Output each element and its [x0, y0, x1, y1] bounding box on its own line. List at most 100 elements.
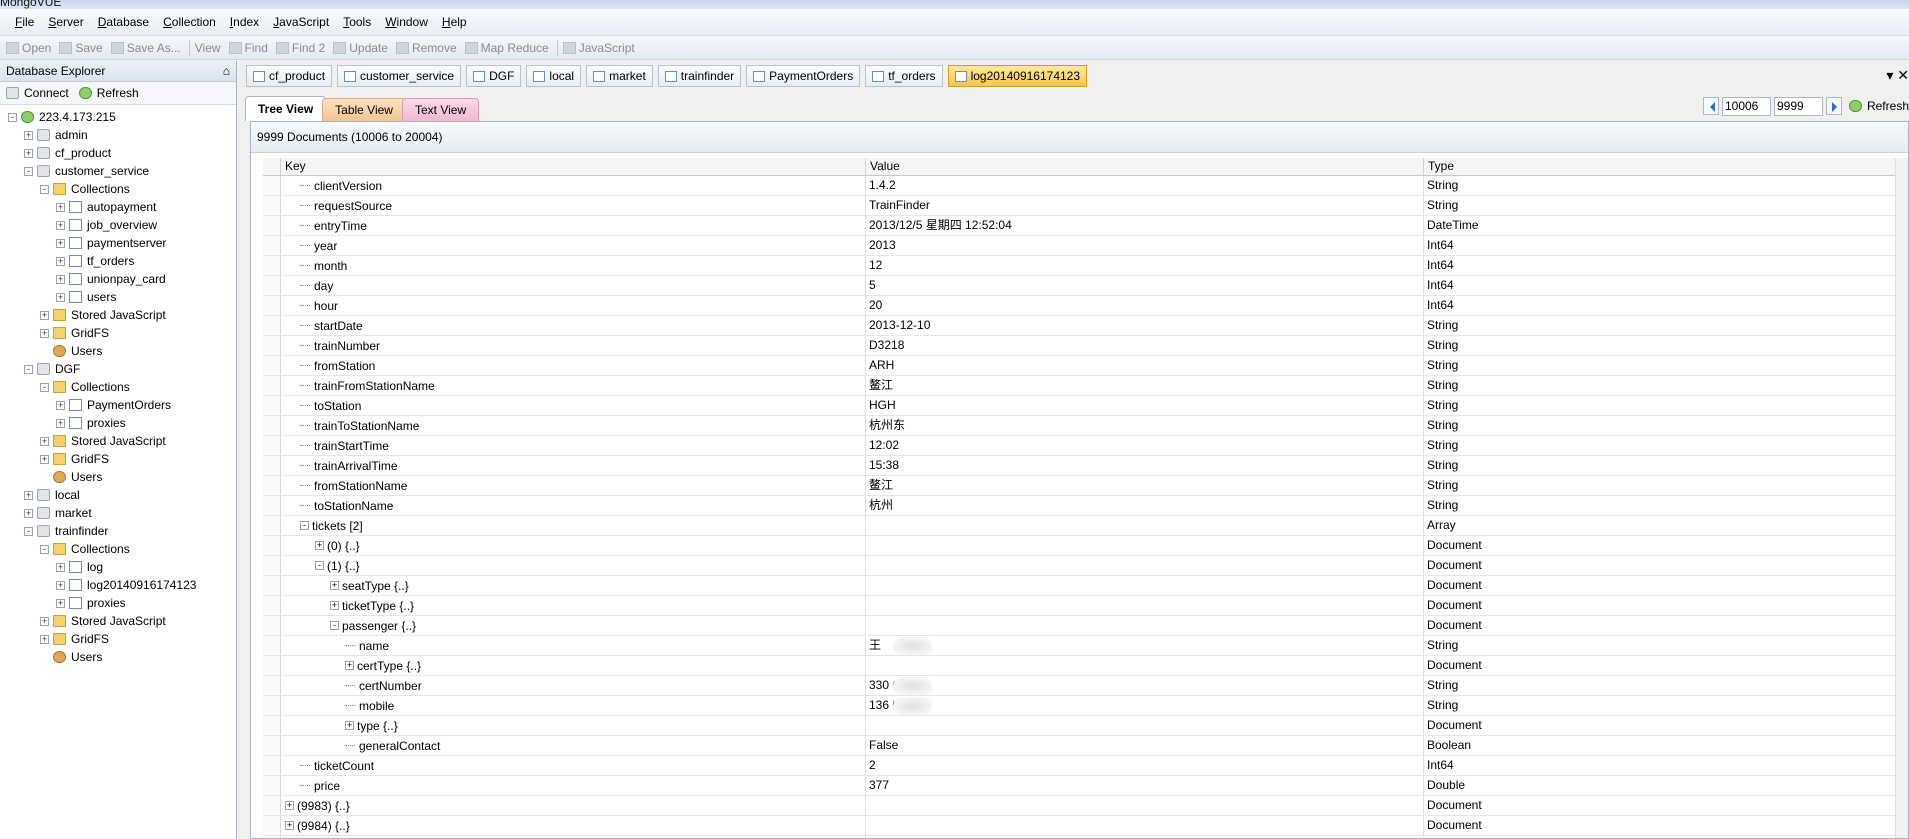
table-row[interactable]: certNumber 330 6821String [263, 676, 1904, 696]
table-row[interactable]: day 5 Int64 [263, 276, 1904, 296]
row-selector[interactable] [263, 736, 281, 755]
table-row[interactable]: generalContact False Boolean [263, 736, 1904, 756]
value-cell[interactable] [866, 536, 1424, 555]
expand-icon[interactable]: + [24, 130, 33, 140]
row-selector[interactable] [263, 196, 281, 215]
table-row[interactable]: trainArrivalTime 15:38 String [263, 456, 1904, 476]
expand-icon[interactable]: + [56, 238, 65, 248]
row-selector[interactable] [263, 516, 281, 535]
row-selector[interactable] [263, 396, 281, 415]
row-selector[interactable] [263, 416, 281, 435]
collapse-icon[interactable]: - [40, 544, 49, 554]
expand-icon[interactable]: + [40, 454, 49, 464]
expand-icon[interactable]: + [24, 508, 33, 518]
row-selector[interactable] [263, 556, 281, 575]
menu-collection[interactable]: Collection [163, 15, 216, 29]
table-row[interactable]: trainStartTime 12:02 String [263, 436, 1904, 456]
tree-node[interactable]: + log20140916174123 [0, 576, 236, 594]
tree-node[interactable]: - Collections [0, 180, 236, 198]
row-selector[interactable] [263, 796, 281, 815]
table-row[interactable]: requestSource TrainFinder String [263, 196, 1904, 216]
tree-node[interactable]: + local [0, 486, 236, 504]
expand-icon[interactable]: + [285, 821, 294, 830]
row-selector[interactable] [263, 616, 281, 635]
tree-node[interactable]: + paymentserver [0, 234, 236, 252]
value-cell[interactable]: 杭州东 [866, 416, 1424, 435]
value-cell[interactable]: 5 [866, 276, 1424, 295]
next-page-button[interactable] [1825, 97, 1842, 115]
table-row[interactable]: trainFromStationName 鳌江 String [263, 376, 1904, 396]
expand-icon[interactable]: + [330, 581, 339, 590]
save-button[interactable]: Save [59, 41, 103, 55]
collapse-icon[interactable]: - [300, 521, 309, 530]
tree-node[interactable]: + Stored JavaScript [0, 432, 236, 450]
value-cell[interactable]: D3218 [866, 336, 1424, 355]
tab-table-view[interactable]: Table View [322, 98, 406, 121]
collapse-icon[interactable]: - [8, 112, 17, 122]
row-selector[interactable] [263, 696, 281, 715]
menu-javascript[interactable]: JavaScript [273, 15, 329, 29]
save-as-button[interactable]: Save As... [110, 41, 181, 55]
row-selector[interactable] [263, 296, 281, 315]
tree-node[interactable]: - Collections [0, 540, 236, 558]
value-cell[interactable]: 2013 [866, 236, 1424, 255]
expand-icon[interactable]: + [40, 616, 49, 626]
table-row[interactable]: price 377 Double [263, 776, 1904, 796]
value-cell[interactable] [866, 576, 1424, 595]
table-row[interactable]: + ticketType {..} Document [263, 596, 1904, 616]
skip-input[interactable] [1721, 96, 1771, 116]
table-row[interactable]: - tickets [2] Array [263, 516, 1904, 536]
row-selector[interactable] [263, 356, 281, 375]
expand-icon[interactable]: + [56, 202, 65, 212]
value-cell[interactable] [866, 516, 1424, 535]
tree-node[interactable]: - trainfinder [0, 522, 236, 540]
table-row[interactable]: month 12 Int64 [263, 256, 1904, 276]
value-cell[interactable]: 377 [866, 776, 1424, 795]
expand-icon[interactable]: + [56, 598, 65, 608]
collapse-icon[interactable]: - [24, 166, 33, 176]
table-row[interactable]: + type {..} Document [263, 716, 1904, 736]
close-icon[interactable]: ✕ [1897, 67, 1909, 83]
table-row[interactable]: + certType {..} Document [263, 656, 1904, 676]
expand-icon[interactable]: + [56, 292, 65, 302]
tree-node[interactable]: - DGF [0, 360, 236, 378]
table-row[interactable]: +(9985) {..} Document [263, 836, 1904, 838]
explorer-refresh-button[interactable]: Refresh [78, 86, 139, 100]
expand-icon[interactable]: + [24, 148, 33, 158]
prev-page-button[interactable] [1702, 97, 1719, 115]
row-selector[interactable] [263, 476, 281, 495]
value-cell[interactable]: HGH [866, 396, 1424, 415]
document-tab[interactable]: customer_service [337, 65, 462, 87]
collapse-icon[interactable]: - [40, 184, 49, 194]
menu-help[interactable]: Help [442, 15, 467, 29]
header-key[interactable]: Key [281, 158, 866, 175]
row-selector[interactable] [263, 496, 281, 515]
document-tab[interactable]: cf_product [246, 65, 333, 87]
table-row[interactable]: mobile 136 030 String [263, 696, 1904, 716]
javascript-button[interactable]: JavaScript [562, 41, 635, 55]
value-cell[interactable]: False [866, 736, 1424, 755]
connect-button[interactable]: Connect [6, 86, 69, 100]
table-row[interactable]: fromStation ARH String [263, 356, 1904, 376]
pin-icon[interactable]: ⌂ [223, 64, 230, 78]
document-tab[interactable]: local [526, 65, 582, 87]
document-tab[interactable]: DGF [466, 65, 522, 87]
row-selector[interactable] [263, 256, 281, 275]
value-cell[interactable] [866, 656, 1424, 675]
tree-node[interactable]: + market [0, 504, 236, 522]
tree-node[interactable]: Users [0, 648, 236, 666]
collapse-icon[interactable]: - [330, 621, 339, 630]
menu-tools[interactable]: Tools [343, 15, 371, 29]
tree-node[interactable]: + GridFS [0, 630, 236, 648]
row-selector[interactable] [263, 336, 281, 355]
tree-node[interactable]: + job_overview [0, 216, 236, 234]
expand-icon[interactable]: + [24, 490, 33, 500]
collapse-icon[interactable]: - [315, 561, 324, 570]
tree-node[interactable]: + PaymentOrders [0, 396, 236, 414]
open-button[interactable]: Open [6, 41, 51, 55]
table-row[interactable]: toStationName 杭州 String [263, 496, 1904, 516]
row-selector[interactable] [263, 836, 281, 838]
document-tab[interactable]: tf_orders [865, 65, 943, 87]
table-row[interactable]: + seatType {..} Document [263, 576, 1904, 596]
row-selector[interactable] [263, 276, 281, 295]
